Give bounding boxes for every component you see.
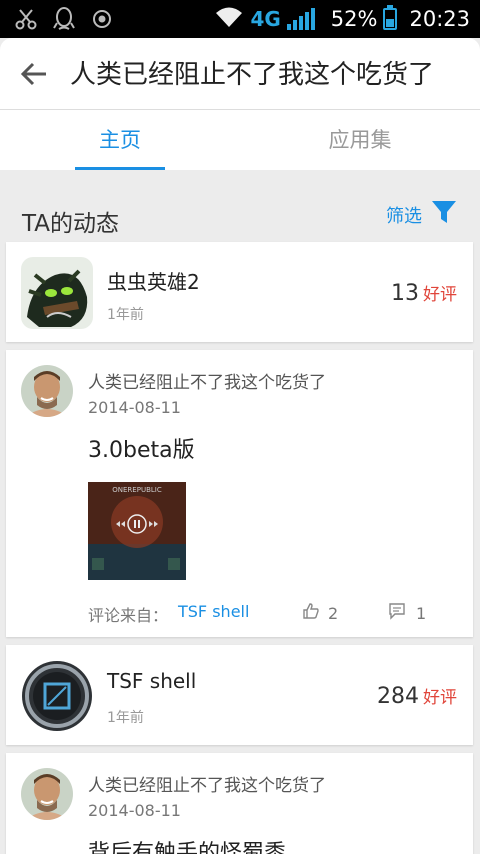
score-count: 284 [377, 684, 419, 709]
battery-icon [383, 5, 398, 30]
comment-date: 2014-08-11 [88, 801, 181, 820]
wifi-icon [214, 5, 244, 34]
comment-text: 3.0beta版 [88, 438, 195, 463]
review-score: 284 好评 [377, 683, 457, 709]
comment-footer: 评论来自： TSF shell 2 1 [88, 602, 457, 626]
score-label: 好评 [423, 688, 457, 708]
page-title: 人类已经阻止不了我这个吃货了 [70, 60, 435, 90]
feed-item-app[interactable]: 虫虫英雄2 1年前 13 好评 [6, 242, 473, 342]
avatar[interactable] [21, 768, 73, 820]
feed-item-comment: 人类已经阻止不了我这个吃货了 2014-08-11 背后有触手的怪蜀黍 [6, 753, 473, 854]
comment-date: 2014-08-11 [88, 398, 181, 417]
comment-source-label: 评论来自： [88, 606, 169, 625]
thumbnail-text: ONEREPUBLIC [112, 486, 162, 494]
qq-penguin-icon [52, 7, 76, 31]
funnel-icon [430, 198, 458, 231]
app-name[interactable]: TSF shell [107, 669, 196, 693]
network-type: 4G [250, 7, 281, 31]
filter-label: 筛选 [386, 205, 422, 227]
reply-button[interactable]: 1 [388, 602, 426, 624]
back-arrow-icon[interactable] [18, 58, 50, 90]
record-icon [90, 7, 114, 31]
clock: 20:23 [409, 7, 470, 31]
section-title: TA的动态 [22, 211, 119, 237]
comment-source-app-link[interactable]: TSF shell [178, 602, 249, 621]
notification-icons [14, 7, 114, 31]
app-icon-bug-heroes[interactable] [21, 257, 93, 329]
app-time: 1年前 [107, 307, 144, 323]
like-count: 2 [328, 603, 339, 623]
reply-count: 1 [416, 603, 427, 623]
app-icon-tsf-shell[interactable] [21, 660, 93, 732]
system-status: 4G 52% 20:23 [214, 4, 470, 34]
app-time: 1年前 [107, 710, 144, 726]
like-button[interactable]: 2 [302, 602, 338, 624]
score-count: 13 [391, 281, 419, 306]
app-header: 人类已经阻止不了我这个吃货了 [0, 38, 480, 110]
score-label: 好评 [423, 285, 457, 305]
scissors-icon [14, 7, 38, 31]
app-name[interactable]: 虫虫英雄2 [107, 266, 200, 295]
comment-username[interactable]: 人类已经阻止不了我这个吃货了 [88, 771, 326, 796]
feed-item-comment: 人类已经阻止不了我这个吃货了 2014-08-11 3.0beta版 ONERE… [6, 350, 473, 637]
feed-item-app[interactable]: TSF shell 1年前 284 好评 [6, 645, 473, 745]
screenshot-thumbnail[interactable]: ONEREPUBLIC [88, 482, 186, 580]
tab-home[interactable]: 主页 [0, 110, 240, 170]
tab-app-collection[interactable]: 应用集 [240, 110, 480, 170]
avatar[interactable] [21, 365, 73, 417]
signal-icon [286, 8, 315, 30]
thumbs-up-icon [302, 602, 320, 624]
tab-bar: 主页 应用集 [0, 110, 480, 170]
activity-section-header: TA的动态 筛选 [0, 180, 480, 240]
comment-username[interactable]: 人类已经阻止不了我这个吃货了 [88, 368, 326, 393]
status-bar: 4G 52% 20:23 [0, 0, 480, 38]
comment-text: 背后有触手的怪蜀黍 [88, 841, 287, 854]
comment-bubble-icon [388, 602, 406, 624]
battery-percent: 52% [330, 7, 378, 31]
filter-button[interactable]: 筛选 [386, 198, 458, 231]
review-score: 13 好评 [391, 280, 457, 306]
